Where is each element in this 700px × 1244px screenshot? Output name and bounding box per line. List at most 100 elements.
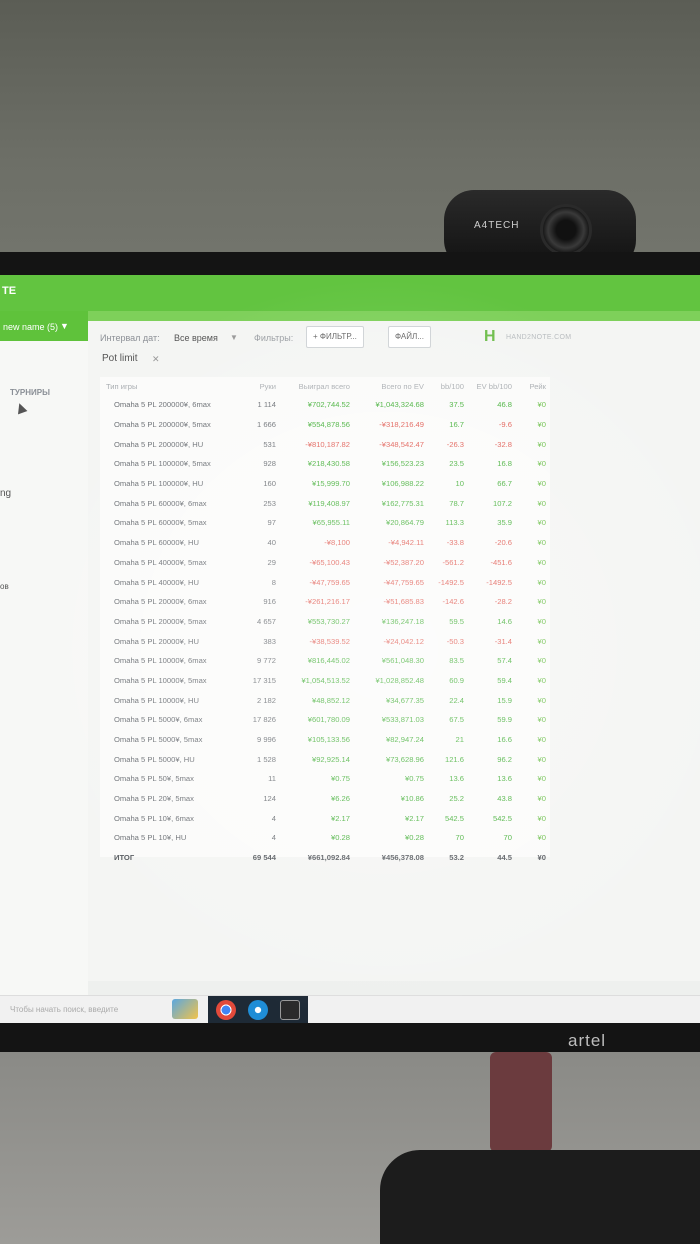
table-row[interactable]: Omaha 5 PL 20000¥, 5max 4 657 ¥553,730.27 ¥… (100, 612, 550, 632)
cell-bb100: 22.4 (449, 695, 464, 705)
date-interval-select[interactable]: Все время (174, 333, 218, 343)
column-header-bb100[interactable]: bb/100 (428, 377, 468, 395)
table-row[interactable]: Omaha 5 PL 5000¥, 5max 9 996 ¥105,133.56 ¥8… (100, 730, 550, 750)
cell-bb100: -26.3 (446, 439, 464, 449)
add-filter-button[interactable]: + ФИЛЬТР... (306, 326, 364, 348)
cell-bb100: 37.5 (449, 400, 464, 410)
close-icon[interactable]: ✕ (152, 354, 160, 365)
cell-hands: 4 (271, 813, 276, 823)
table-row[interactable]: Omaha 5 PL 50¥, 5max 11 ¥0.75 ¥0.75 13.6 13.6… (100, 769, 550, 789)
cell-bb100: 121.6 (444, 754, 464, 764)
cell-ev-bb100: 46.8 (497, 400, 512, 410)
cell-hands: 928 (263, 459, 276, 469)
cell-ev-bb100: 59.4 (497, 675, 512, 685)
hand2note-logo-icon: H (484, 328, 496, 345)
caret-down-icon[interactable]: ▼ (230, 333, 238, 342)
cell-rake: ¥0 (537, 557, 546, 567)
main-panel: Интервал дат: Все время ▼ Фильтры: + ФИЛ… (88, 321, 700, 981)
cell-ev: -¥348,542.47 (379, 439, 424, 449)
cell-ev-bb100: 542.5 (492, 813, 512, 823)
cell-game-type: Omaha 5 PL 40000¥, 5max (114, 557, 207, 567)
taskbar-search-input[interactable]: Чтобы начать поиск, введите (10, 1005, 118, 1014)
cell-rake: ¥0 (537, 794, 546, 804)
cell-rake: ¥0 (537, 675, 546, 685)
tab-tournaments[interactable]: ТУРНИРЫ (10, 388, 50, 397)
cell-game-type: Omaha 5 PL 20000¥, 6max (114, 597, 207, 607)
cell-game-type: Omaha 5 PL 5000¥, 6max (114, 715, 203, 725)
cell-won: -¥47,759.65 (309, 577, 350, 587)
table-row[interactable]: Omaha 5 PL 5000¥, 6max 17 826 ¥601,780.09 ¥… (100, 710, 550, 730)
cell-bb100: 70 (455, 833, 464, 843)
cell-hands: 8 (271, 577, 276, 587)
table-row[interactable]: Omaha 5 PL 10000¥, 6max 9 772 ¥816,445.02 ¥… (100, 651, 550, 671)
cell-hands: 9 996 (256, 735, 276, 745)
monitor-stand-base (380, 1150, 700, 1244)
table-row[interactable]: Omaha 5 PL 10¥, 6max 4 ¥2.17 ¥2.17 542.5 542.… (100, 808, 550, 828)
cell-ev: ¥156,523.23 (381, 459, 424, 469)
cell-rake: ¥0 (537, 636, 546, 646)
table-row[interactable]: Omaha 5 PL 100000¥, HU 160 ¥15,999.70 ¥106,… (100, 474, 550, 494)
cell-ev: ¥20,864.79 (385, 518, 424, 528)
cell-bb100: -561.2 (442, 557, 464, 567)
file-explorer-icon[interactable] (172, 999, 198, 1019)
cell-won: -¥38,539.52 (309, 636, 350, 646)
table-row[interactable]: Omaha 5 PL 20000¥, HU 383 -¥38,539.52 -¥24,… (100, 631, 550, 651)
table-row[interactable]: Omaha 5 PL 40000¥, 5max 29 -¥65,100.43 -¥52… (100, 553, 550, 573)
column-header-ev-bb100[interactable]: EV bb/100 (468, 377, 516, 395)
cell-rake: ¥0 (537, 774, 546, 784)
cell-rake: ¥0 (537, 577, 546, 587)
profile-selector[interactable]: new name (5) ▼ (0, 311, 88, 341)
cell-ev-bb100: 70 (503, 833, 512, 843)
table-row[interactable]: Omaha 5 PL 60000¥, 6max 253 ¥119,408.97 ¥16… (100, 493, 550, 513)
table-total-row[interactable]: ИТОГ 69 544 ¥661,092.84 ¥456,378.08 53.2 44.5… (100, 848, 550, 868)
cell-rake: ¥0 (537, 479, 546, 489)
sidebar-item-partial[interactable]: ов (0, 582, 9, 591)
hand2note-app-icon[interactable] (280, 1000, 300, 1020)
table-row[interactable]: Omaha 5 PL 5000¥, HU 1 528 ¥92,925.14 ¥73,6… (100, 749, 550, 769)
cell-ev-bb100: 66.7 (497, 479, 512, 489)
column-header-won[interactable]: Выиграл всего (280, 377, 354, 395)
cell-hands: 17 826 (252, 715, 276, 725)
cell-ev: ¥136,247.18 (381, 616, 424, 626)
edge-icon[interactable] (248, 1000, 268, 1020)
cell-game-type: Omaha 5 PL 60000¥, 5max (114, 518, 207, 528)
cell-ev-bb100: 57.4 (497, 656, 512, 666)
cell-hands: 2 182 (256, 695, 276, 705)
table-row[interactable]: Omaha 5 PL 40000¥, HU 8 -¥47,759.65 -¥47,75… (100, 572, 550, 592)
cell-won: ¥554,878.56 (307, 420, 350, 430)
table-row[interactable]: Omaha 5 PL 10000¥, 5max 17 315 ¥1,054,513.… (100, 671, 550, 691)
chrome-icon[interactable] (216, 1000, 236, 1020)
profile-name: new name (5) (3, 322, 59, 332)
column-header-rake[interactable]: Рейк (516, 377, 550, 395)
table-row[interactable]: Omaha 5 PL 60000¥, HU 40 -¥8,100 -¥4,942.11… (100, 533, 550, 553)
cell-won: ¥1,054,513.52 (301, 675, 350, 685)
column-header-ev[interactable]: Всего по EV (354, 377, 428, 395)
file-button[interactable]: ФАЙЛ... (388, 326, 431, 348)
table-row[interactable]: Omaha 5 PL 60000¥, 5max 97 ¥65,955.11 ¥20,8… (100, 513, 550, 533)
table-row[interactable]: Omaha 5 PL 200000¥, HU 531 -¥810,187.82 -¥3… (100, 434, 550, 454)
cell-rake: ¥0 (537, 616, 546, 626)
table-row[interactable]: Omaha 5 PL 100000¥, 5max 928 ¥218,430.58 ¥1… (100, 454, 550, 474)
cell-game-type: Omaha 5 PL 20000¥, 5max (114, 616, 207, 626)
table-row[interactable]: Omaha 5 PL 200000¥, 5max 1 666 ¥554,878.56… (100, 415, 550, 435)
column-header-game-type[interactable]: Тип игры (100, 377, 250, 395)
sidebar-item-partial[interactable]: ng (0, 488, 11, 499)
cell-ev: ¥533,871.03 (381, 715, 424, 725)
table-row[interactable]: Omaha 5 PL 20¥, 5max 124 ¥6.26 ¥10.86 25.2 43… (100, 789, 550, 809)
stats-table-panel: Тип игры Руки Выиграл всего Всего по EV … (100, 377, 550, 862)
cell-game-type: Omaha 5 PL 5000¥, HU (114, 754, 195, 764)
table-row[interactable]: Omaha 5 PL 200000¥, 6max 1 114 ¥702,744.52… (100, 395, 550, 415)
cell-bb100: 60.9 (449, 675, 464, 685)
cell-hands: 1 528 (256, 754, 276, 764)
app-title: TE (2, 285, 17, 297)
table-row[interactable]: Omaha 5 PL 10¥, HU 4 ¥0.28 ¥0.28 70 70 ¥0 (100, 828, 550, 848)
cell-ev-bb100: -451.6 (490, 557, 512, 567)
cell-bb100: 59.5 (449, 616, 464, 626)
table-row[interactable]: Omaha 5 PL 20000¥, 6max 916 -¥261,216.17 -¥… (100, 592, 550, 612)
table-row[interactable]: Omaha 5 PL 10000¥, HU 2 182 ¥48,852.12 ¥34,… (100, 690, 550, 710)
column-header-hands[interactable]: Руки (250, 377, 280, 395)
cell-won: ¥6.26 (330, 794, 350, 804)
cell-won: ¥2.17 (330, 813, 350, 823)
app-header: TE (0, 275, 700, 311)
filter-chip-pot-limit[interactable]: Pot limit (102, 353, 138, 371)
